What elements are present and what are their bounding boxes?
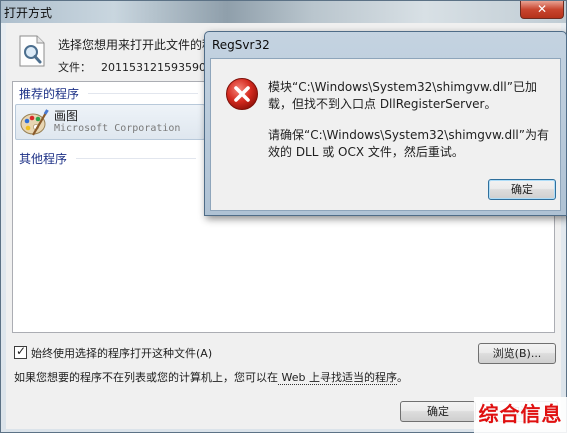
group-divider xyxy=(88,93,198,94)
dialog-title: RegSvr32 xyxy=(212,38,270,52)
checkbox-box[interactable]: ✓ xyxy=(14,344,27,359)
error-message: 模块“C:\Windows\System32\shimgvw.dll”已加载，但… xyxy=(268,79,558,175)
regsvr32-dialog: RegSvr32 模块“C:\Windows\System32\shimgvw.… xyxy=(204,31,567,216)
hint-suffix: 。 xyxy=(396,371,408,384)
dialog-title: 打开方式 xyxy=(4,6,53,20)
program-publisher: Microsoft Corporation xyxy=(54,123,181,134)
file-info: 文件： 20115312159359095 xyxy=(58,59,220,75)
program-item-paint[interactable]: 画图 Microsoft Corporation xyxy=(15,104,205,140)
error-message-line-2: 请确保“C:\Windows\System32\shimgvw.dll”为有效的… xyxy=(268,128,549,159)
error-icon xyxy=(226,78,258,110)
always-use-checkbox[interactable]: ✓ 始终使用选择的程序打开这种文件(A) xyxy=(14,344,213,361)
other-programs-header[interactable]: 其他程序 xyxy=(19,150,67,167)
file-search-icon xyxy=(19,35,45,67)
watermark-logo: 综合信息 xyxy=(474,397,567,433)
title-bar[interactable]: 打开方式 ✕ xyxy=(1,1,566,23)
checkmark-icon: ✓ xyxy=(16,344,27,358)
browse-button[interactable]: 浏览(B)... xyxy=(478,343,556,364)
program-name: 画图 xyxy=(54,109,79,123)
regsvr-ok-button[interactable]: 确定 xyxy=(488,179,556,200)
group-divider xyxy=(76,158,196,159)
message-area: 模块“C:\Windows\System32\shimgvw.dll”已加载，但… xyxy=(210,58,561,211)
file-name: 20115312159359095 xyxy=(101,61,220,74)
always-use-label: 始终使用选择的程序打开这种文件(A) xyxy=(31,347,213,360)
dialog-prompt: 选择您想用来打开此文件的程序 xyxy=(58,38,227,52)
recommended-programs-header: 推荐的程序 xyxy=(19,87,80,101)
web-search-hint: 如果您想要的程序不在列表或您的计算机上，您可以在 Web 上寻找适当的程序。 xyxy=(14,369,408,385)
file-label: 文件： xyxy=(58,61,91,74)
close-button[interactable]: ✕ xyxy=(520,1,564,19)
ok-button[interactable]: 确定 xyxy=(400,401,476,422)
hint-text: 如果您想要的程序不在列表或您的计算机上，您可以在 xyxy=(14,371,278,384)
web-search-link[interactable]: Web 上寻找适当的程序 xyxy=(278,371,397,385)
error-message-line-1: 模块“C:\Windows\System32\shimgvw.dll”已加载，但… xyxy=(268,80,537,111)
paint-palette-icon xyxy=(20,109,49,136)
